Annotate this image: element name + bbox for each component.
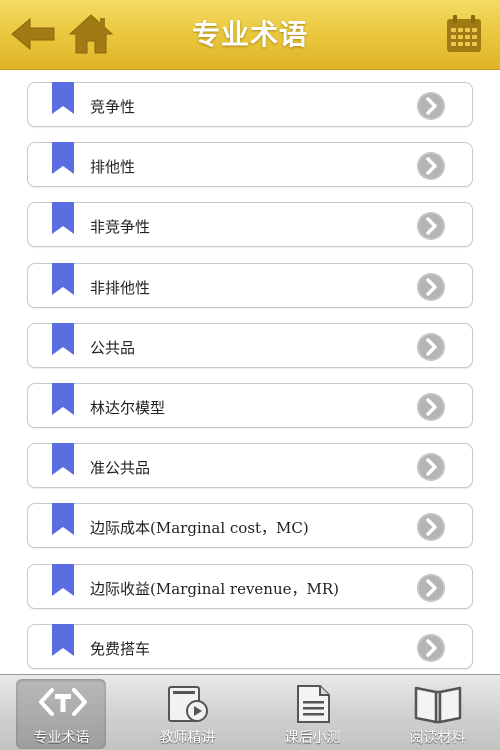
bookmark-icon bbox=[52, 202, 74, 238]
terms-icon bbox=[0, 684, 125, 724]
tab-reading[interactable]: 阅读材料 bbox=[375, 675, 500, 750]
list-item-label: 竞争性 bbox=[90, 98, 136, 116]
chevron-right-icon[interactable] bbox=[416, 91, 446, 125]
bookmark-icon bbox=[52, 142, 74, 178]
list-item[interactable]: 准公共品 bbox=[27, 443, 473, 488]
tab-terms[interactable]: 专业术语 bbox=[0, 675, 125, 750]
video-lecture-icon bbox=[125, 684, 250, 728]
list-item[interactable]: 边际成本(Marginal cost，MC) bbox=[27, 503, 473, 548]
tab-bar: 专业术语 教师精讲 课后小测 阅读材料 bbox=[0, 674, 500, 750]
list-item[interactable]: 边际收益(Marginal revenue，MR) bbox=[27, 564, 473, 609]
chevron-right-icon[interactable] bbox=[416, 392, 446, 426]
list-item-label: 排他性 bbox=[90, 158, 136, 176]
tab-label: 课后小测 bbox=[284, 730, 341, 746]
list-item-label: 林达尔模型 bbox=[90, 399, 166, 417]
bookmark-icon bbox=[52, 564, 74, 600]
list-item[interactable]: 排他性 bbox=[27, 142, 473, 187]
calendar-icon[interactable] bbox=[446, 15, 482, 57]
list-item[interactable]: 林达尔模型 bbox=[27, 383, 473, 428]
list-item-label: 边际收益(Marginal revenue，MR) bbox=[90, 580, 339, 598]
chevron-right-icon[interactable] bbox=[416, 452, 446, 486]
bookmark-icon bbox=[52, 503, 74, 539]
list-item-label: 公共品 bbox=[90, 339, 136, 357]
header-bar: 专业术语 bbox=[0, 0, 500, 70]
bookmark-icon bbox=[52, 82, 74, 118]
list-item[interactable]: 非竞争性 bbox=[27, 202, 473, 247]
bookmark-icon bbox=[52, 263, 74, 299]
tab-label: 阅读材料 bbox=[409, 730, 466, 746]
list-item-label: 边际成本(Marginal cost，MC) bbox=[90, 519, 309, 537]
tab-label: 专业术语 bbox=[33, 730, 90, 746]
list-item-label: 准公共品 bbox=[90, 459, 151, 477]
list-item-label: 免费搭车 bbox=[90, 640, 151, 658]
chevron-right-icon[interactable] bbox=[416, 573, 446, 607]
chevron-right-icon[interactable] bbox=[416, 151, 446, 185]
tab-label: 教师精讲 bbox=[159, 730, 216, 746]
list-item-label: 非排他性 bbox=[90, 279, 151, 297]
term-list: 竞争性排他性非竞争性非排他性公共品林达尔模型准公共品边际成本(Marginal … bbox=[0, 70, 500, 674]
bookmark-icon bbox=[52, 383, 74, 419]
chevron-right-icon[interactable] bbox=[416, 211, 446, 245]
page-title: 专业术语 bbox=[191, 18, 308, 51]
bookmark-icon bbox=[52, 443, 74, 479]
chevron-right-icon[interactable] bbox=[416, 633, 446, 667]
bookmark-icon bbox=[52, 624, 74, 660]
list-item[interactable]: 非排他性 bbox=[27, 263, 473, 308]
document-quiz-icon bbox=[250, 684, 375, 728]
list-item[interactable]: 竞争性 bbox=[27, 82, 473, 127]
list-item[interactable]: 免费搭车 bbox=[27, 624, 473, 669]
bookmark-icon bbox=[52, 323, 74, 359]
tab-lectures[interactable]: 教师精讲 bbox=[125, 675, 250, 750]
open-book-icon bbox=[375, 684, 500, 728]
list-item[interactable]: 公共品 bbox=[27, 323, 473, 368]
list-item-label: 非竞争性 bbox=[90, 218, 151, 236]
tab-quiz[interactable]: 课后小测 bbox=[250, 675, 375, 750]
chevron-right-icon[interactable] bbox=[416, 512, 446, 546]
chevron-right-icon[interactable] bbox=[416, 332, 446, 366]
chevron-right-icon[interactable] bbox=[416, 272, 446, 306]
